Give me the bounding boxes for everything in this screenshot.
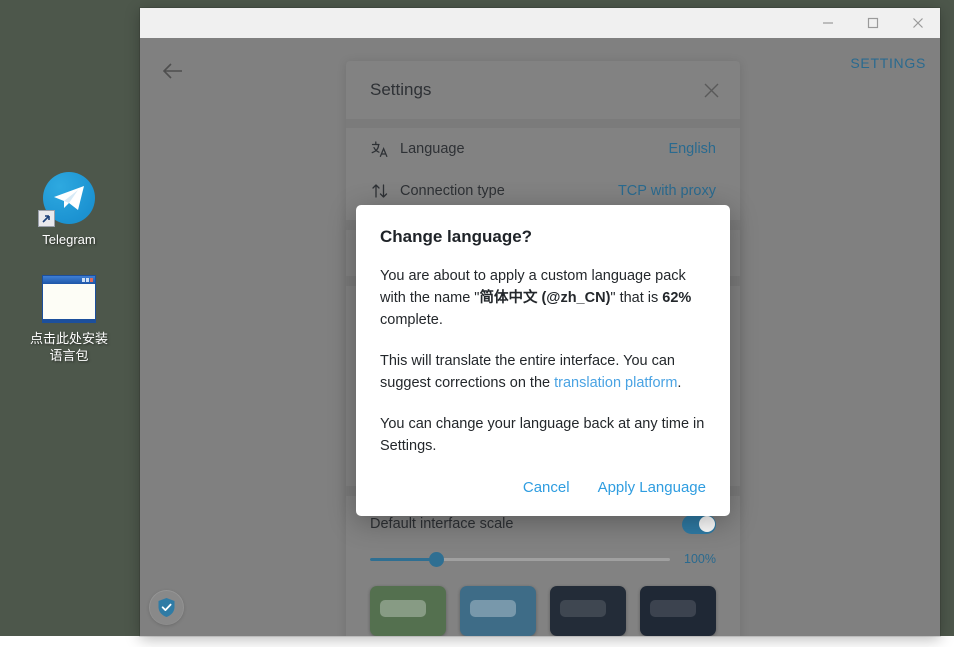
desktop-icon-label-line2: 语言包 [14,347,124,364]
window-titlebar[interactable] [140,8,940,38]
completion-percent: 62% [662,290,691,306]
dialog-text-mid: " that is [610,290,662,306]
telegram-icon [43,172,95,224]
settings-row-value[interactable]: TCP with proxy [618,183,716,199]
maximize-button[interactable] [850,8,895,38]
back-button[interactable] [158,56,188,86]
close-settings-button[interactable] [698,77,724,103]
dialog-title: Change language? [380,227,706,247]
window-icon [42,275,96,323]
dialog-actions: Cancel Apply Language [380,479,706,502]
dialog-text-suffix: . [677,375,681,391]
interface-scale-value: 100% [682,552,716,566]
slider-handle[interactable] [429,552,444,567]
theme-swatch-dark[interactable] [640,586,716,636]
language-pack-name: 简体中文 (@zh_CN) [479,290,610,306]
theme-swatch-blue[interactable] [460,586,536,636]
settings-row-language[interactable]: Language English [346,128,740,170]
settings-row-label: Connection type [400,183,618,199]
cancel-button[interactable]: Cancel [523,479,570,496]
back-arrow-icon [162,62,184,80]
shortcut-arrow-icon [38,210,55,227]
theme-swatch-green[interactable] [370,586,446,636]
interface-scale-slider[interactable] [370,558,670,561]
minimize-button[interactable] [805,8,850,38]
theme-preview-bubble [650,600,696,617]
change-language-dialog: Change language? You are about to apply … [356,205,730,516]
desktop-background: Telegram 点击此处安装 语言包 [0,0,954,636]
theme-preview-bubble [560,600,606,617]
slider-fill [370,558,436,561]
toggle-knob [699,516,715,532]
app-content-overlay: SETTINGS Settings [140,38,940,636]
window-icon-buttons [82,278,93,282]
desktop-icon-telegram[interactable]: Telegram [14,172,124,248]
security-shield-button[interactable] [150,591,183,624]
section-divider [346,119,740,128]
desktop-icon-label-line1: 点击此处安装 [14,330,124,347]
telegram-window: SETTINGS Settings [140,8,940,636]
dialog-paragraph-2: This will translate the entire interface… [380,350,706,394]
interface-scale-label: Default interface scale [370,516,513,532]
window-icon-titlebar [43,276,95,284]
settings-row-value[interactable]: English [668,141,716,157]
settings-panel-header: Settings [346,61,740,119]
paper-plane-glyph [53,184,85,212]
close-icon [703,82,720,99]
translation-platform-link[interactable]: translation platform [554,375,677,391]
desktop-icon-label: Telegram [14,231,124,248]
theme-preview-bubble [470,600,516,617]
dialog-paragraph-3: You can change your language back at any… [380,413,706,457]
dialog-text-suffix: complete. [380,312,443,328]
minimize-icon [822,17,834,29]
connection-arrows-icon [370,181,400,201]
maximize-icon [867,17,879,29]
apply-language-button[interactable]: Apply Language [598,479,706,496]
close-icon [912,17,924,29]
close-window-button[interactable] [895,8,940,38]
desktop-icon-language-pack[interactable]: 点击此处安装 语言包 [14,275,124,364]
default-scale-toggle[interactable] [682,515,716,534]
theme-swatch-night[interactable] [550,586,626,636]
window-icon-base [43,319,95,322]
theme-swatch-list [346,572,740,636]
settings-section-label[interactable]: SETTINGS [850,55,926,71]
translate-icon [370,139,400,159]
theme-preview-bubble [380,600,426,617]
page-title: Settings [370,80,431,100]
dialog-paragraph-1: You are about to apply a custom language… [380,265,706,331]
settings-row-label: Language [400,141,668,157]
shield-check-icon [157,597,176,618]
